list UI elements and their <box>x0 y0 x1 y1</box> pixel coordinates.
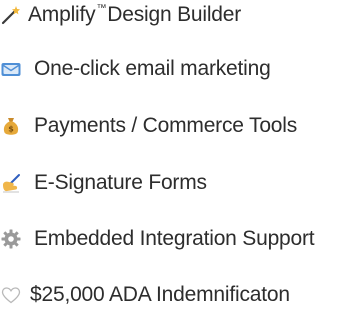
feature-item-email-marketing: One-click email marketing <box>0 54 271 84</box>
feature-label-e-signature: E-Signature Forms <box>34 171 207 194</box>
money-bag-icon: $ <box>0 115 22 137</box>
writing-hand-icon <box>0 172 22 194</box>
trademark-mark: ™ <box>96 3 107 14</box>
magic-wand-icon <box>0 4 22 26</box>
feature-item-e-signature: E-Signature Forms <box>0 168 207 198</box>
feature-label-design-builder: Amplify™Design Builder <box>28 3 241 27</box>
feature-item-integration-support: Embedded Integration Support <box>0 224 315 254</box>
feature-label-ada-indemnification: $25,000 ADA Indemnificaton <box>30 283 290 306</box>
feature-label-rest: Design Builder <box>107 3 242 26</box>
feature-item-payments: $ Payments / Commerce Tools <box>0 111 297 141</box>
email-icon <box>0 58 22 80</box>
feature-label-integration-support: Embedded Integration Support <box>34 227 315 250</box>
heart-outline-icon <box>0 284 22 306</box>
feature-label-email-marketing: One-click email marketing <box>34 57 271 80</box>
feature-item-design-builder: Amplify™Design Builder <box>0 0 241 30</box>
feature-label-payments: Payments / Commerce Tools <box>34 114 298 137</box>
svg-text:$: $ <box>8 125 14 134</box>
brand-name: Amplify <box>28 3 96 26</box>
gear-icon <box>0 228 22 250</box>
